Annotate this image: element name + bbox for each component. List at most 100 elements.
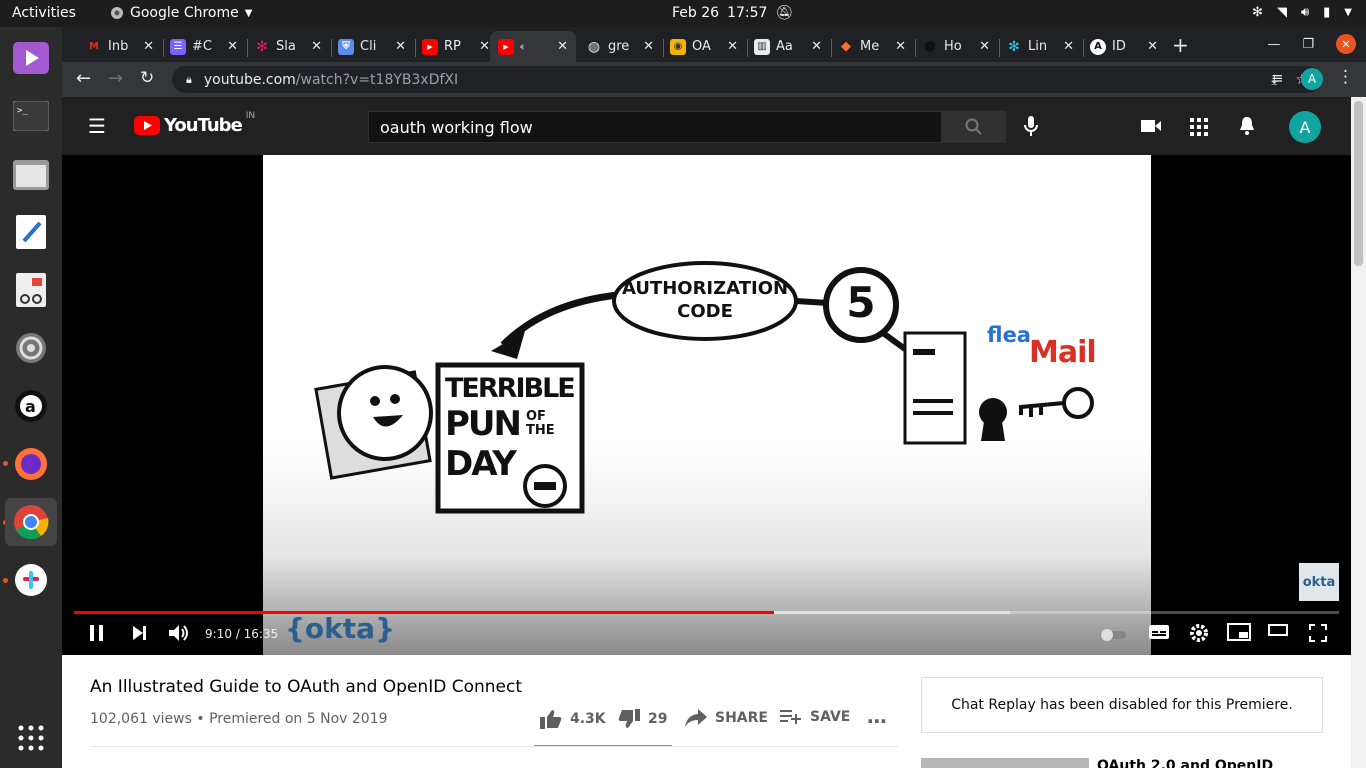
youtube-icon: ▶ [498, 38, 514, 55]
youtube-logo[interactable]: YouTube IN [134, 111, 255, 136]
pause-button[interactable] [88, 623, 106, 643]
firefox-icon[interactable] [7, 440, 55, 488]
new-tab-button[interactable]: + [1172, 33, 1189, 57]
related-thumbnail[interactable] [921, 758, 1089, 768]
close-icon[interactable]: ✕ [395, 39, 406, 54]
tab-gitlab[interactable]: ◆ Me ✕ [830, 31, 914, 62]
miniplayer-icon [1227, 623, 1251, 641]
media-player-icon[interactable] [7, 34, 55, 82]
slide-brand-mail: Mail [1029, 335, 1097, 370]
tab-hex[interactable]: ⬢ Ho ✕ [914, 31, 998, 62]
close-icon[interactable]: ✕ [727, 39, 738, 54]
create-video-icon[interactable] [1141, 118, 1161, 134]
related-video[interactable]: OAuth 2.0 and OpenID Connect [921, 758, 1323, 768]
share-label: SHARE [715, 710, 768, 726]
chrome-icon[interactable] [5, 498, 57, 546]
close-icon[interactable]: ✕ [811, 39, 822, 54]
minimize-icon[interactable]: — [1267, 37, 1280, 52]
miniplayer-button[interactable] [1227, 623, 1251, 641]
tab-gmail[interactable]: M Inb ✕ [78, 31, 162, 62]
slack-icon[interactable] [7, 556, 55, 604]
volume-button[interactable] [168, 623, 190, 643]
user-avatar[interactable]: A [1289, 111, 1321, 143]
system-tray[interactable]: ✻ ◥ 🔊︎ ▮ ▼ [1252, 5, 1352, 20]
tab-slack-2[interactable]: ✻ Lin ✕ [998, 31, 1082, 62]
close-icon[interactable]: ✕ [557, 39, 568, 54]
app-a-icon[interactable]: a [7, 382, 55, 430]
text-editor-icon[interactable] [7, 208, 55, 256]
search-button[interactable] [942, 111, 1006, 143]
notifications-bell-icon[interactable] [1239, 116, 1255, 136]
tab-strip: M Inb ✕ ☰ #C ✕ ✻ Sla ✕ ⛨ Cli ✕ ▶ RP ✕ ▶ 🔈︎ ✕ ◍ gre ✕ ◉… [62, 27, 1366, 62]
okta-watermark[interactable]: okta [1299, 563, 1339, 601]
share-button[interactable]: SHARE [685, 709, 768, 727]
hamburger-menu-icon[interactable]: ☰ [88, 114, 106, 138]
premiere-date: Premiered on 5 Nov 2019 [209, 711, 388, 727]
a-icon: A [1090, 38, 1106, 55]
close-icon[interactable]: ✕ [895, 39, 906, 54]
dislike-button[interactable]: 29 [618, 709, 667, 729]
subtitles-button[interactable] [1148, 623, 1170, 641]
microphone-icon[interactable] [1024, 116, 1038, 136]
back-icon[interactable]: ← [76, 68, 91, 89]
more-horizontal-icon: ⋯ [867, 709, 887, 733]
close-icon[interactable]: ✕ [143, 39, 154, 54]
reader-icon[interactable] [7, 266, 55, 314]
fullscreen-button[interactable] [1308, 623, 1328, 643]
close-icon[interactable]: ✕ [227, 39, 238, 54]
playlist-add-icon [780, 710, 801, 724]
close-icon[interactable]: ✕ [979, 39, 990, 54]
save-button[interactable]: SAVE [780, 709, 850, 725]
tab-youtube-rp[interactable]: ▶ RP ✕ [414, 31, 498, 62]
app-grid-icon[interactable] [7, 714, 55, 762]
activities-button[interactable]: Activities [12, 5, 76, 21]
more-actions-button[interactable]: ⋯ [867, 709, 887, 733]
terminal-icon[interactable]: >_ [7, 92, 55, 140]
tab-cli[interactable]: ⛨ Cli ✕ [330, 31, 414, 62]
theater-mode-button[interactable] [1268, 623, 1288, 637]
kebab-menu-icon[interactable]: ⋮ [1337, 67, 1354, 87]
tab-slack[interactable]: ✻ Sla ✕ [246, 31, 330, 62]
close-icon[interactable]: ✕ [1063, 39, 1074, 54]
dislike-count: 29 [648, 711, 668, 727]
clock[interactable]: Feb 26 17:57 🔕︎ [672, 5, 793, 21]
youtube-page: ☰ YouTube IN oauth working flow A AUTHOR… [62, 97, 1351, 768]
slack-tray-icon: ✻ [1252, 5, 1263, 20]
close-icon[interactable]: ✕ [1147, 39, 1158, 54]
close-icon[interactable]: ✕ [311, 39, 322, 54]
profile-avatar[interactable]: A [1301, 68, 1323, 90]
autoplay-toggle[interactable] [1100, 628, 1126, 642]
apps-grid-icon[interactable] [1190, 118, 1208, 136]
scrollbar-thumb[interactable] [1354, 101, 1363, 266]
search-input[interactable]: oauth working flow [368, 111, 942, 143]
progress-bar[interactable] [74, 611, 1339, 614]
like-button[interactable]: 4.3K [540, 709, 606, 729]
tab-list[interactable]: ☰ #C ✕ [162, 31, 246, 62]
related-title[interactable]: OAuth 2.0 and OpenID Connect [1097, 758, 1323, 768]
maximize-icon[interactable]: ❐ [1302, 37, 1314, 52]
thumbs-up-icon [540, 710, 562, 729]
tab-youtube-active[interactable]: ▶ 🔈︎ ✕ [490, 31, 576, 62]
page-scrollbar[interactable] [1351, 97, 1366, 768]
tab-oauth[interactable]: ◉ OA ✕ [662, 31, 746, 62]
tab-globe[interactable]: ◍ gre ✕ [578, 31, 662, 62]
settings-icon[interactable] [7, 324, 55, 372]
volume-icon [169, 625, 188, 641]
trello-icon: ▥ [754, 38, 770, 55]
reload-icon[interactable]: ↻ [140, 68, 154, 88]
tab-trello[interactable]: ▥ Aa ✕ [746, 31, 830, 62]
tab-id[interactable]: A ID ✕ [1082, 31, 1166, 62]
app-menu[interactable]: Google Chrome ▼ [110, 5, 252, 21]
settings-button[interactable] [1189, 623, 1209, 643]
video-player[interactable]: AUTHORIZATION CODE 5 TERRIBLE PUN OF THE D… [62, 155, 1351, 655]
media-control-icon[interactable]: ≡ [1271, 69, 1284, 87]
forward-icon[interactable]: → [108, 68, 123, 89]
close-icon[interactable]: ✕ [479, 39, 490, 54]
next-button[interactable] [130, 623, 148, 643]
files-icon[interactable] [7, 150, 55, 198]
youtube-header: ☰ YouTube IN oauth working flow A [62, 97, 1351, 155]
close-window-icon[interactable]: ✕ [1336, 34, 1356, 54]
subtitles-icon [1149, 625, 1169, 639]
close-icon[interactable]: ✕ [643, 39, 654, 54]
address-bar[interactable]: 🔒︎ youtube.com/watch?v=t18YB3xDfXI ⤓ ☆ [172, 66, 1322, 93]
